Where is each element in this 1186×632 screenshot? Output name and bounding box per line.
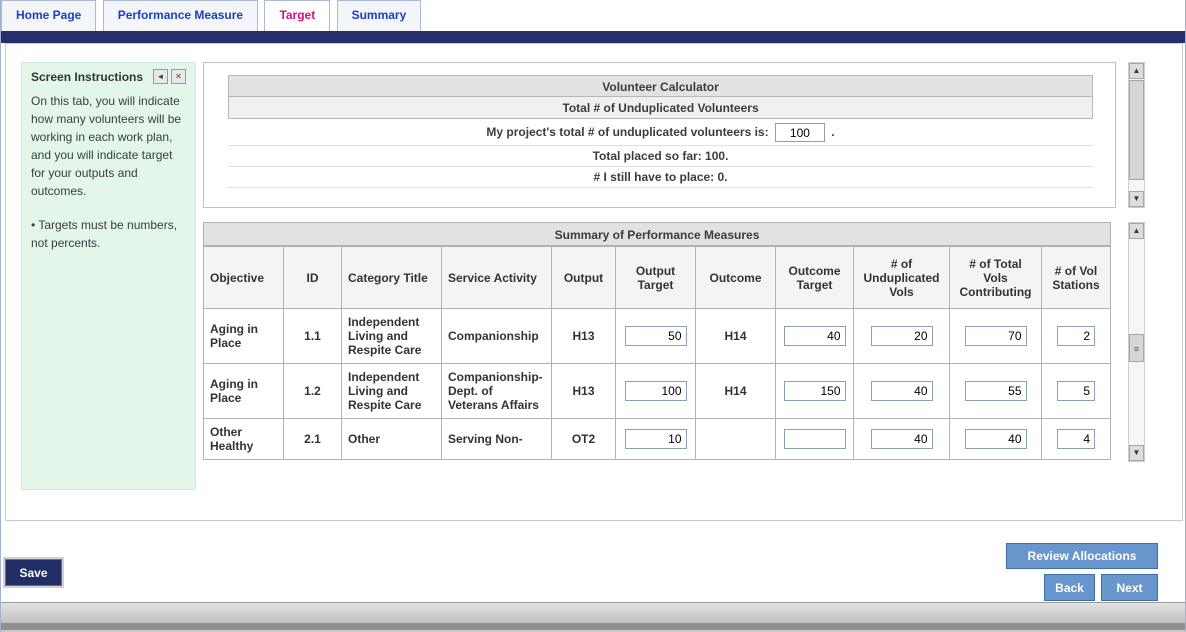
col-header-objective: Objective — [204, 247, 284, 309]
table-scrollbar-track[interactable]: ≡ — [1129, 239, 1144, 445]
summary-table-title: Summary of Performance Measures — [203, 222, 1111, 246]
navy-divider-bar — [1, 31, 1185, 43]
total-vols-input[interactable] — [965, 326, 1027, 346]
close-icon[interactable]: ✕ — [171, 69, 186, 84]
outcome-target-input[interactable] — [784, 381, 846, 401]
outcome-cell — [696, 419, 776, 460]
tab-home-page[interactable]: Home Page — [1, 0, 96, 31]
service-activity-cell: Serving Non- — [442, 419, 552, 460]
calculator-title: Volunteer Calculator — [228, 75, 1093, 97]
outcome-cell: H14 — [696, 309, 776, 364]
unduplicated-vols-input[interactable] — [871, 326, 933, 346]
outcome-target-input[interactable] — [784, 429, 846, 449]
service-activity-cell: Companionship-Dept. of Veterans Affairs — [442, 364, 552, 419]
total-vols-input[interactable] — [965, 429, 1027, 449]
output-target-input[interactable] — [625, 429, 687, 449]
category-title-cell: Independent Living and Respite Care — [342, 364, 442, 419]
tab-summary[interactable]: Summary — [337, 0, 422, 31]
total-placed-text: Total placed so far: 100. — [228, 146, 1093, 167]
output-cell: H13 — [552, 309, 616, 364]
calculator-input-row: My project's total # of unduplicated vol… — [228, 119, 1093, 146]
vol-stations-input[interactable] — [1057, 429, 1095, 449]
save-button[interactable]: Save — [5, 559, 62, 586]
col-header-output-target: Output Target — [616, 247, 696, 309]
scroll-up-icon[interactable]: ▲ — [1129, 63, 1144, 79]
id-cell: 1.1 — [284, 309, 342, 364]
outcome-cell: H14 — [696, 364, 776, 419]
unduplicated-vols-input[interactable] — [871, 429, 933, 449]
col-header-output: Output — [552, 247, 616, 309]
id-cell: 2.1 — [284, 419, 342, 460]
calculator-input-suffix: . — [831, 125, 834, 139]
bottom-strip — [1, 623, 1185, 632]
objective-cell: Aging in Place — [204, 309, 284, 364]
total-vols-input[interactable] — [965, 381, 1027, 401]
output-cell: H13 — [552, 364, 616, 419]
instructions-note: • Targets must be numbers, not percents. — [31, 216, 186, 252]
col-header-unduplicated-vols: # of Unduplicated Vols — [854, 247, 950, 309]
table-row: Aging in Place 1.1 Independent Living an… — [204, 309, 1111, 364]
outcome-target-input[interactable] — [784, 326, 846, 346]
vol-stations-input[interactable] — [1057, 326, 1095, 346]
collapse-arrow-icon[interactable]: ◄ — [153, 69, 168, 84]
instructions-title: Screen Instructions — [31, 70, 150, 84]
table-scrollbar[interactable]: ▲ ≡ ▼ — [1128, 222, 1145, 462]
next-button[interactable]: Next — [1101, 574, 1158, 601]
id-cell: 1.2 — [284, 364, 342, 419]
calculator-input-label: My project's total # of unduplicated vol… — [486, 125, 768, 139]
volunteer-calculator-panel: Volunteer Calculator Total # of Unduplic… — [203, 62, 1116, 208]
objective-cell: Aging in Place — [204, 364, 284, 419]
tab-bar: Home Page Performance Measure Target Sum… — [1, 0, 1185, 31]
col-header-service-activity: Service Activity — [442, 247, 552, 309]
tab-target[interactable]: Target — [264, 0, 330, 31]
output-target-input[interactable] — [625, 381, 687, 401]
col-header-category-title: Category Title — [342, 247, 442, 309]
content-frame: Screen Instructions ◄ ✕ On this tab, you… — [5, 43, 1183, 521]
calculator-scrollbar[interactable]: ▲ ▼ — [1128, 62, 1145, 208]
status-bar — [1, 602, 1185, 623]
scroll-down-icon[interactable]: ▼ — [1129, 445, 1144, 461]
calculator-scrollbar-track[interactable] — [1129, 79, 1144, 191]
performance-measures-table: Objective ID Category Title Service Acti… — [203, 246, 1111, 460]
service-activity-cell: Companionship — [442, 309, 552, 364]
category-title-cell: Other — [342, 419, 442, 460]
vol-stations-input[interactable] — [1057, 381, 1095, 401]
calculator-scrollbar-thumb[interactable] — [1129, 80, 1144, 180]
unduplicated-vols-input[interactable] — [871, 381, 933, 401]
screen-instructions-panel: Screen Instructions ◄ ✕ On this tab, you… — [21, 62, 196, 490]
instructions-body: On this tab, you will indicate how many … — [31, 92, 186, 200]
output-cell: OT2 — [552, 419, 616, 460]
calculator-subtitle: Total # of Unduplicated Volunteers — [228, 97, 1093, 119]
objective-cell: Other Healthy — [204, 419, 284, 460]
scroll-down-icon[interactable]: ▼ — [1129, 191, 1144, 207]
col-header-total-vols: # of Total Vols Contributing — [950, 247, 1042, 309]
back-button[interactable]: Back — [1044, 574, 1095, 601]
scroll-up-icon[interactable]: ▲ — [1129, 223, 1144, 239]
col-header-outcome-target: Outcome Target — [776, 247, 854, 309]
table-row: Aging in Place 1.2 Independent Living an… — [204, 364, 1111, 419]
output-target-input[interactable] — [625, 326, 687, 346]
col-header-outcome: Outcome — [696, 247, 776, 309]
review-allocations-button[interactable]: Review Allocations — [1006, 543, 1158, 569]
performance-measures-panel: Summary of Performance Measures Objectiv… — [203, 222, 1111, 494]
still-to-place-text: # I still have to place: 0. — [228, 167, 1093, 188]
table-row: Other Healthy 2.1 Other Serving Non- OT2 — [204, 419, 1111, 460]
tab-performance-measure[interactable]: Performance Measure — [103, 0, 258, 31]
table-header-row: Objective ID Category Title Service Acti… — [204, 247, 1111, 309]
col-header-vol-stations: # of Vol Stations — [1042, 247, 1111, 309]
unduplicated-volunteers-input[interactable] — [775, 123, 825, 142]
table-scrollbar-thumb[interactable]: ≡ — [1129, 334, 1144, 362]
category-title-cell: Independent Living and Respite Care — [342, 309, 442, 364]
application-window: Home Page Performance Measure Target Sum… — [0, 0, 1186, 632]
col-header-id: ID — [284, 247, 342, 309]
